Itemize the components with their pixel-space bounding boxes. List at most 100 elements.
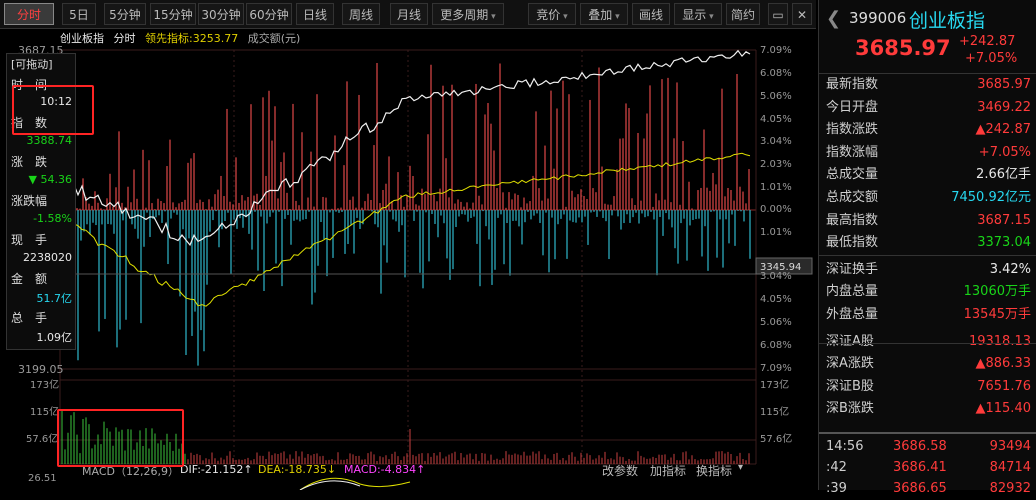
index-name: 创业板指 bbox=[909, 10, 986, 32]
stat-value: 3373.04 bbox=[977, 235, 1031, 251]
axis-bottom-price: 3199.05 bbox=[18, 363, 64, 376]
tab-weekly[interactable]: 周线 bbox=[342, 3, 380, 25]
tick-row: :39 3686.65 82932 bbox=[819, 478, 1036, 500]
quote-panel: ❮ 399006 创业板指 3685.97 +242.87 +7.05% 最新指… bbox=[818, 0, 1036, 496]
more-periods-dropdown[interactable]: 更多周期 bbox=[432, 3, 504, 25]
stat-label: 深证B股 bbox=[826, 378, 874, 394]
stat-row: 指数涨幅 +7.05% bbox=[819, 142, 1036, 164]
stat-row: 总成交量 2.66亿手 bbox=[819, 164, 1036, 186]
back-arrow-icon[interactable]: ❮ bbox=[826, 8, 841, 29]
tick-row: 14:56 3686.58 93494 bbox=[819, 436, 1036, 458]
tab-daily[interactable]: 日线 bbox=[296, 3, 334, 25]
simple-mode-button[interactable]: 简约 bbox=[726, 3, 760, 25]
draw-line-button[interactable]: 画线 bbox=[632, 3, 670, 25]
change-value: ▼ 54.36 bbox=[28, 173, 72, 186]
stat-value: 13060万手 bbox=[963, 284, 1031, 300]
stat-label: 指数涨跌 bbox=[826, 122, 879, 138]
sentiment-bars bbox=[61, 63, 751, 366]
stat-row: 内盘总量 13060万手 bbox=[819, 281, 1036, 303]
pct-tick: 6.08% bbox=[760, 340, 792, 351]
total-hand-value: 1.09亿 bbox=[36, 331, 73, 344]
tab-monthly[interactable]: 月线 bbox=[390, 3, 428, 25]
stat-value: ▲886.33 bbox=[975, 356, 1032, 372]
tick-time: :42 bbox=[826, 460, 847, 475]
total-hand-label: 总 手 bbox=[11, 311, 48, 325]
index-pct: +7.05% bbox=[965, 51, 1018, 66]
tick-price: 3686.41 bbox=[893, 460, 947, 475]
change-params-button[interactable]: 改参数 bbox=[602, 462, 638, 479]
add-indicator-button[interactable]: 加指标 bbox=[650, 462, 686, 479]
stat-label: 深A涨跌 bbox=[826, 356, 874, 372]
stat-label: 指数涨幅 bbox=[826, 144, 879, 160]
stat-value: 2.66亿手 bbox=[976, 167, 1031, 183]
stat-value: 19318.13 bbox=[968, 333, 1031, 349]
vol-tick-left: 57.6亿 bbox=[26, 434, 59, 445]
index-value: 3388.74 bbox=[26, 134, 73, 147]
stat-label: 最新指数 bbox=[826, 77, 879, 92]
tab-5day[interactable]: 5日 bbox=[62, 3, 96, 25]
tab-15min[interactable]: 15分钟 bbox=[150, 3, 196, 25]
drag-handle[interactable]: [可拖动] bbox=[11, 56, 53, 72]
current-hand-label: 现 手 bbox=[11, 233, 48, 247]
stat-row: 总成交额 7450.92亿元 bbox=[819, 187, 1036, 209]
tab-30min[interactable]: 30分钟 bbox=[198, 3, 244, 25]
close-icon[interactable]: ✕ bbox=[792, 3, 812, 25]
tick-volume: 82932 bbox=[989, 481, 1031, 496]
stat-value: 3469.22 bbox=[977, 99, 1031, 115]
highlight-box-volume bbox=[57, 409, 184, 467]
stat-label: 深证换手 bbox=[826, 261, 879, 277]
index-code: 399006 bbox=[849, 9, 907, 27]
pct-tick: 7.09% bbox=[760, 363, 792, 374]
stat-value: 3.42% bbox=[989, 261, 1031, 277]
stat-row: 最新指数 3685.97 bbox=[819, 74, 1036, 96]
stat-label: 深B涨跌 bbox=[826, 401, 874, 417]
amount-value: 51.7亿 bbox=[36, 292, 73, 305]
pct-tick: 6.08% bbox=[760, 68, 792, 79]
pct-tick: 4.05% bbox=[760, 294, 792, 305]
price-grid bbox=[59, 49, 757, 465]
tab-intraday[interactable]: 分时 bbox=[4, 3, 54, 25]
tick-time: :39 bbox=[826, 481, 847, 496]
stat-label: 深证A股 bbox=[826, 333, 874, 349]
pct-value: -1.58% bbox=[33, 212, 72, 225]
stat-label: 内盘总量 bbox=[826, 284, 879, 300]
tick-row: :42 3686.41 84714 bbox=[819, 457, 1036, 479]
vol-tick-left: 173亿 bbox=[30, 380, 60, 391]
pct-tick: 7.09% bbox=[760, 45, 792, 56]
overlay-dropdown[interactable]: 叠加 bbox=[580, 3, 628, 25]
window-icon[interactable]: ▭ bbox=[768, 3, 788, 25]
dropdown-arrow-icon[interactable]: ▾ bbox=[738, 462, 743, 473]
pct-tick: 2.03% bbox=[760, 159, 792, 170]
stat-row: 深证A股 19318.13 bbox=[819, 331, 1036, 353]
macd-axis-value: 26.51 bbox=[28, 473, 57, 484]
stat-row: 最低指数 3373.04 bbox=[819, 232, 1036, 254]
stat-value: 13545万手 bbox=[963, 307, 1031, 322]
stat-row: 深B涨跌 ▲115.40 bbox=[819, 398, 1036, 420]
vol-tick-right: 115亿 bbox=[760, 407, 790, 418]
vol-tick-left: 115亿 bbox=[30, 407, 60, 418]
switch-indicator-button[interactable]: 换指标 bbox=[696, 462, 732, 479]
macd-curve-2 bbox=[299, 480, 361, 490]
pct-tick: 4.05% bbox=[760, 114, 792, 125]
tick-volume: 84714 bbox=[989, 460, 1031, 475]
stat-value: 3685.97 bbox=[977, 77, 1031, 92]
tab-5min[interactable]: 5分钟 bbox=[104, 3, 146, 25]
stat-row: 深A涨跌 ▲886.33 bbox=[819, 353, 1036, 375]
macd-dea: DEA:-18.735↓ bbox=[258, 463, 337, 476]
display-dropdown[interactable]: 显示 bbox=[674, 3, 722, 25]
stat-value: 3687.15 bbox=[977, 212, 1031, 228]
tab-60min[interactable]: 60分钟 bbox=[246, 3, 292, 25]
stat-label: 最高指数 bbox=[826, 212, 879, 228]
stat-row: 深证换手 3.42% bbox=[819, 259, 1036, 281]
current-hand-value: 2238020 bbox=[23, 251, 72, 264]
stat-label: 最低指数 bbox=[826, 235, 879, 251]
stat-value: +7.05% bbox=[978, 144, 1031, 160]
stat-label: 今日开盘 bbox=[826, 99, 879, 115]
pct-tick: 1.01% bbox=[760, 227, 792, 238]
stat-value: ▲115.40 bbox=[975, 401, 1032, 417]
stat-label: 外盘总量 bbox=[826, 307, 879, 322]
auction-dropdown[interactable]: 竞价 bbox=[528, 3, 576, 25]
stat-row: 今日开盘 3469.22 bbox=[819, 97, 1036, 119]
stat-label: 总成交额 bbox=[826, 190, 879, 205]
pct-tick: 0.00% bbox=[760, 204, 792, 215]
